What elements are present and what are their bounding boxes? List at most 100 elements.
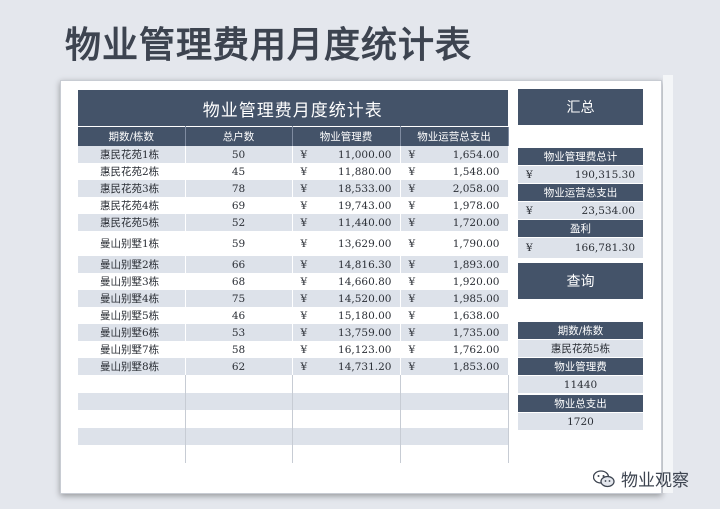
fee-amount: 18,533.00	[338, 182, 392, 195]
fee-amount: 11,880.00	[338, 165, 392, 178]
empty-cell[interactable]	[400, 410, 509, 428]
empty-cell[interactable]	[292, 375, 401, 393]
household-count: 75	[185, 290, 293, 307]
empty-cell[interactable]	[400, 392, 509, 410]
empty-cell[interactable]	[185, 392, 293, 410]
fee-amount: 13,759.00	[338, 326, 392, 339]
expense-amount: 1,920.00	[452, 275, 500, 288]
expense-amount: 1,720.00	[452, 216, 500, 229]
currency-symbol: ¥	[408, 182, 416, 195]
currency-symbol: ¥	[408, 199, 416, 212]
management-fee: ¥13,629.00	[292, 231, 401, 256]
currency-symbol: ¥	[300, 343, 308, 356]
table-row: 曼山别墅4栋 75 ¥14,520.00 ¥1,985.00	[78, 290, 509, 307]
query-fee-value: 11440	[518, 376, 643, 393]
column-header: 物业运营总支出	[400, 126, 509, 146]
currency-symbol: ¥	[408, 360, 416, 373]
currency-symbol: ¥	[408, 165, 416, 178]
household-count: 69	[185, 197, 293, 214]
currency-symbol: ¥	[408, 309, 416, 322]
table-row: 曼山别墅2栋 66 ¥14,816.30 ¥1,893.00	[78, 256, 509, 273]
operating-expense: ¥1,920.00	[400, 273, 509, 290]
household-count: 58	[185, 341, 293, 358]
empty-cell[interactable]	[78, 445, 186, 463]
household-count: 66	[185, 256, 293, 273]
table-row: 惠民花苑2栋 45 ¥11,880.00 ¥1,548.00	[78, 163, 509, 180]
operating-expense: ¥1,762.00	[400, 341, 509, 358]
management-fee: ¥18,533.00	[292, 180, 401, 197]
currency-symbol: ¥	[408, 148, 416, 161]
table-row: 惠民花苑5栋 52 ¥11,440.00 ¥1,720.00	[78, 214, 509, 231]
currency-symbol: ¥	[300, 258, 308, 271]
household-count: 53	[185, 324, 293, 341]
expense-total-label: 物业运营总支出	[518, 184, 643, 201]
page-title: 物业管理费用月度统计表	[65, 25, 473, 66]
fee-table: 物业管理费月度统计表 期数/栋数 总户数 物业管理费 物业运营总支出 惠民花苑1…	[78, 90, 509, 463]
empty-cell[interactable]	[400, 375, 509, 393]
currency-symbol: ¥	[300, 237, 308, 250]
expense-amount: 1,638.00	[452, 309, 500, 322]
query-expense-label: 物业总支出	[518, 395, 643, 412]
currency-symbol: ¥	[526, 204, 533, 217]
building-name: 曼山别墅8栋	[78, 358, 186, 375]
empty-cell[interactable]	[78, 375, 186, 393]
expense-amount: 1,853.00	[452, 360, 500, 373]
operating-expense: ¥1,985.00	[400, 290, 509, 307]
empty-cell[interactable]	[78, 392, 186, 410]
building-name: 曼山别墅2栋	[78, 256, 186, 273]
operating-expense: ¥1,853.00	[400, 358, 509, 375]
query-period-input[interactable]: 惠民花苑5栋	[518, 340, 643, 357]
watermark: 物业观察	[593, 466, 689, 491]
empty-cell[interactable]	[185, 445, 293, 463]
column-header: 物业管理费	[292, 126, 401, 146]
expense-amount: 2,058.00	[452, 182, 500, 195]
table-row: 曼山别墅3栋 68 ¥14,660.80 ¥1,920.00	[78, 273, 509, 290]
empty-cell[interactable]	[292, 392, 401, 410]
query-expense-value: 1720	[518, 413, 643, 430]
empty-cell[interactable]	[400, 445, 509, 463]
empty-cell[interactable]	[292, 410, 401, 428]
empty-cell[interactable]	[185, 427, 293, 445]
management-fee: ¥15,180.00	[292, 307, 401, 324]
watermark-text: 物业观察	[621, 471, 689, 491]
table-row: 曼山别墅6栋 53 ¥13,759.00 ¥1,735.00	[78, 324, 509, 341]
wechat-icon	[593, 469, 615, 487]
building-name: 惠民花苑5栋	[78, 214, 186, 231]
empty-cell[interactable]	[292, 445, 401, 463]
household-count: 62	[185, 358, 293, 375]
fee-total-amount: 190,315.30	[574, 168, 635, 181]
fee-amount: 15,180.00	[338, 309, 392, 322]
operating-expense: ¥1,638.00	[400, 307, 509, 324]
currency-symbol: ¥	[300, 309, 308, 322]
operating-expense: ¥1,893.00	[400, 256, 509, 273]
building-name: 曼山别墅6栋	[78, 324, 186, 341]
empty-cell[interactable]	[185, 410, 293, 428]
column-header: 总户数	[185, 126, 293, 146]
management-fee: ¥11,000.00	[292, 146, 401, 163]
empty-row	[78, 427, 509, 445]
empty-cell[interactable]	[185, 375, 293, 393]
fee-amount: 13,629.00	[338, 237, 392, 250]
empty-cell[interactable]	[292, 427, 401, 445]
empty-row	[78, 392, 509, 410]
building-name: 曼山别墅7栋	[78, 341, 186, 358]
management-fee: ¥13,759.00	[292, 324, 401, 341]
profit-label: 盈利	[518, 220, 643, 237]
empty-cell[interactable]	[400, 427, 509, 445]
building-name: 惠民花苑2栋	[78, 163, 186, 180]
fee-amount: 14,731.20	[338, 360, 392, 373]
household-count: 50	[185, 146, 293, 163]
empty-cell[interactable]	[78, 410, 186, 428]
currency-symbol: ¥	[300, 292, 308, 305]
household-count: 78	[185, 180, 293, 197]
currency-symbol: ¥	[408, 326, 416, 339]
empty-cell[interactable]	[78, 427, 186, 445]
fee-total-value: ¥ 190,315.30	[518, 166, 643, 183]
fee-amount: 11,440.00	[338, 216, 392, 229]
table-title: 物业管理费月度统计表	[78, 90, 509, 127]
currency-symbol: ¥	[300, 165, 308, 178]
currency-symbol: ¥	[300, 216, 308, 229]
fee-amount: 11,000.00	[338, 148, 392, 161]
currency-symbol: ¥	[300, 148, 308, 161]
household-count: 52	[185, 214, 293, 231]
